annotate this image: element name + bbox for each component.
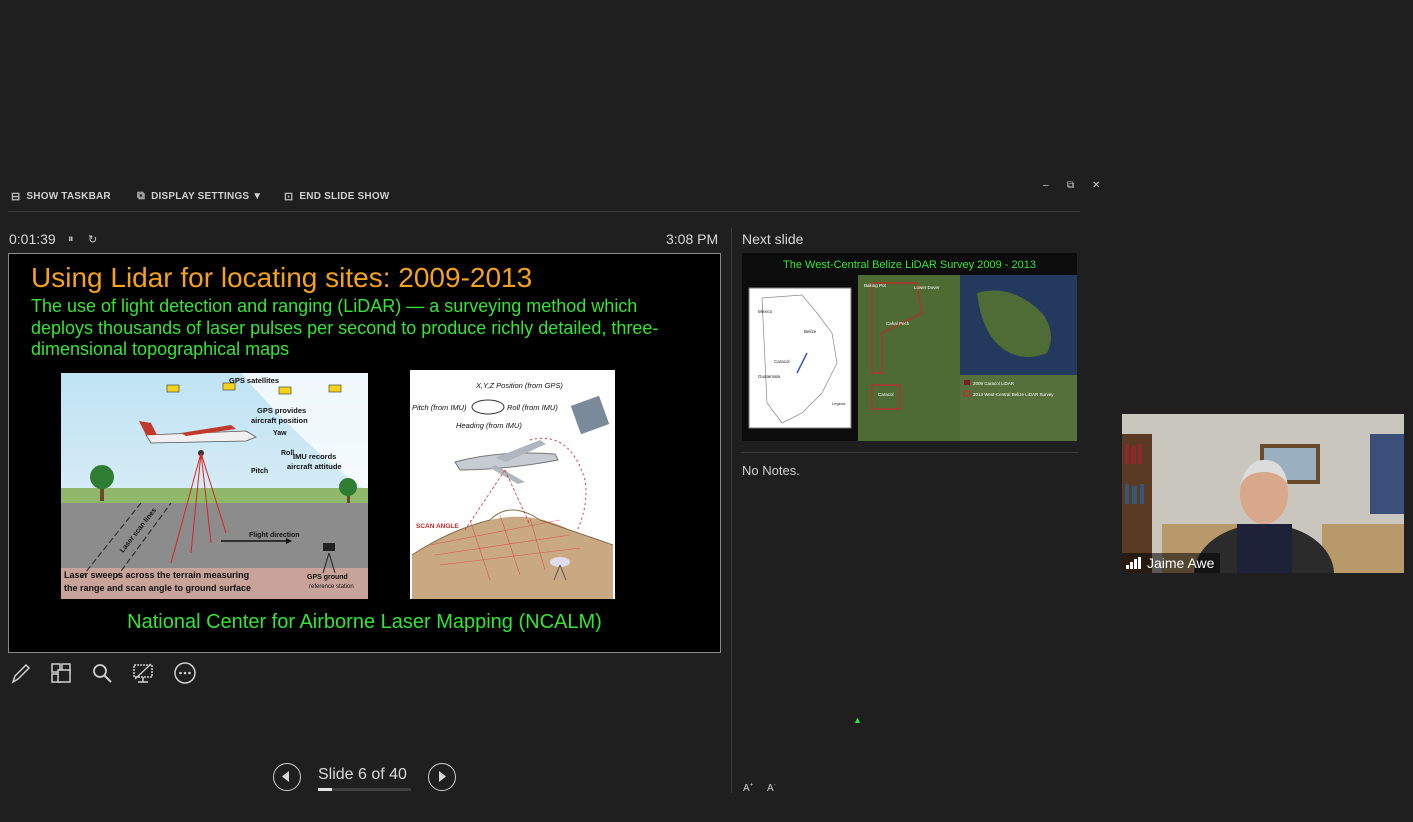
gps-ground-label: GPS ground [307, 574, 348, 581]
lidar-diagram-figure: GPS satellites GPS provides aircraft pos… [61, 373, 368, 599]
current-slide[interactable]: Using Lidar for locating sites: 2009-201… [8, 253, 721, 653]
minimize-button[interactable]: – [1043, 180, 1049, 191]
next-arrow-icon [439, 771, 446, 782]
toolbar-divider [8, 211, 1080, 212]
pane-divider [731, 228, 732, 793]
slide-title: Using Lidar for locating sites: 2009-201… [31, 262, 533, 293]
pause-icon: ⏸ [68, 233, 74, 245]
map-label-mexico: Mexico [758, 309, 773, 314]
slide-body: The use of light detection and ranging (… [31, 296, 659, 359]
participant-name: Jaime Awe [1147, 555, 1215, 571]
pitch-label: Pitch [251, 468, 268, 475]
show-taskbar-button[interactable]: ⊟ SHOW TASKBAR [11, 190, 111, 203]
elapsed-timer: 0:01:39 [9, 231, 56, 247]
restore-button[interactable]: ⧉ [1067, 180, 1074, 191]
next-slide-label: Next slide [742, 231, 804, 247]
font-decrease-icon: A- [767, 783, 776, 795]
see-all-slides-button[interactable] [49, 661, 73, 685]
display-settings-icon: ⧉ [137, 190, 146, 202]
end-slide-show-label: END SLIDE SHOW [299, 191, 390, 202]
gps-provides-label: GPS provides [257, 406, 306, 415]
show-taskbar-label: SHOW TASKBAR [26, 191, 111, 202]
participant-video-frame [1122, 414, 1404, 573]
previous-slide-button[interactable] [273, 763, 301, 791]
display-settings-button[interactable]: ⧉ DISPLAY SETTINGS ▼ [137, 190, 262, 203]
xyz-position-label: X,Y,Z Position (from GPS) [475, 381, 563, 390]
scan-angle-label: SCAN ANGLE [416, 523, 459, 530]
participant-video[interactable]: Jaime Awe [1122, 414, 1404, 573]
taskbar-icon: ⊟ [11, 191, 21, 203]
font-increase-icon: A+ [743, 783, 754, 795]
close-button[interactable]: ✕ [1092, 180, 1100, 191]
restart-timer-button[interactable]: ↻ [88, 233, 97, 246]
gps-satellites-label: GPS satellites [229, 376, 279, 385]
pen-tool-button[interactable] [9, 661, 33, 685]
notes-divider [741, 452, 1078, 453]
map-legend-2013: 2013 West-Central Belize LiDAR Survey [973, 392, 1054, 397]
caption-line-2: the range and scan angle to ground surfa… [64, 583, 251, 593]
display-settings-label: DISPLAY SETTINGS ▼ [151, 191, 263, 202]
speaker-notes: No Notes. [742, 463, 800, 478]
map-label-cahal-pech: Cahal Pech [886, 321, 910, 326]
end-show-icon: ⊡ [284, 191, 294, 203]
caption-line-1: Laser sweeps across the terrain measurin… [64, 570, 249, 580]
pause-timer-button[interactable]: ⏸ [68, 233, 74, 246]
reference-station-label: reference station [309, 584, 354, 590]
flight-direction-label: Flight direction [249, 532, 300, 539]
yaw-label: Yaw [273, 430, 287, 437]
heading-imu-label: Heading (from IMU) [456, 421, 522, 430]
increase-font-button[interactable]: A+ [743, 783, 753, 794]
restart-icon: ↻ [88, 234, 98, 246]
screen-icon [133, 663, 153, 683]
mouse-cursor-icon: ▲ [853, 715, 862, 725]
zoom-button[interactable] [90, 661, 114, 685]
map-label-guatemala: Guatemala [758, 374, 781, 379]
slide-progress-fill [318, 788, 332, 791]
end-slide-show-button[interactable]: ⊡ END SLIDE SHOW [284, 190, 389, 203]
current-time: 3:08 PM [666, 231, 719, 247]
decrease-font-button[interactable]: A- [767, 783, 776, 794]
participant-name-tag: Jaime Awe [1122, 553, 1221, 573]
survey-map-figure: Mexico Belize Guatemala Caracol Baking P… [748, 275, 1077, 441]
next-slide-button[interactable] [428, 763, 456, 791]
aircraft-attitude-label: aircraft attitude [287, 462, 342, 471]
imu-records-label: IMU records [293, 452, 336, 461]
signal-strength-icon [1126, 557, 1141, 569]
map-label-caracol: Caracol [774, 359, 790, 364]
map-label-belize: Belize [804, 329, 817, 334]
previous-arrow-icon [282, 771, 289, 782]
next-slide-thumbnail[interactable]: The West-Central Belize LiDAR Survey 200… [742, 253, 1077, 441]
pitch-imu-label: Pitch (from IMU) [412, 403, 467, 412]
black-screen-button[interactable] [131, 661, 155, 685]
roll-imu-label: Roll (from IMU) [507, 403, 558, 412]
more-icon [174, 662, 196, 684]
map-label-caracol-2: Caracol [878, 392, 894, 397]
map-legend-2009: 2009 Caracol LiDAR [973, 381, 1015, 386]
map-label-lower-dover: Lower Dover [914, 285, 940, 290]
pen-icon [11, 663, 31, 684]
slide-counter[interactable]: Slide 6 of 40 [318, 766, 407, 784]
map-legend-title: Legend [832, 401, 845, 406]
grid-slides-icon [51, 663, 71, 683]
map-label-baking-pot: Baking Pot [864, 283, 887, 288]
slide-progress-bar [318, 788, 411, 791]
slide-footer: National Center for Airborne Laser Mappi… [127, 611, 602, 633]
more-options-button[interactable] [173, 661, 197, 685]
aircraft-scan-figure: X,Y,Z Position (from GPS) Pitch (from IM… [410, 370, 615, 599]
magnifier-icon [93, 664, 112, 683]
aircraft-position-label: aircraft position [251, 416, 308, 425]
